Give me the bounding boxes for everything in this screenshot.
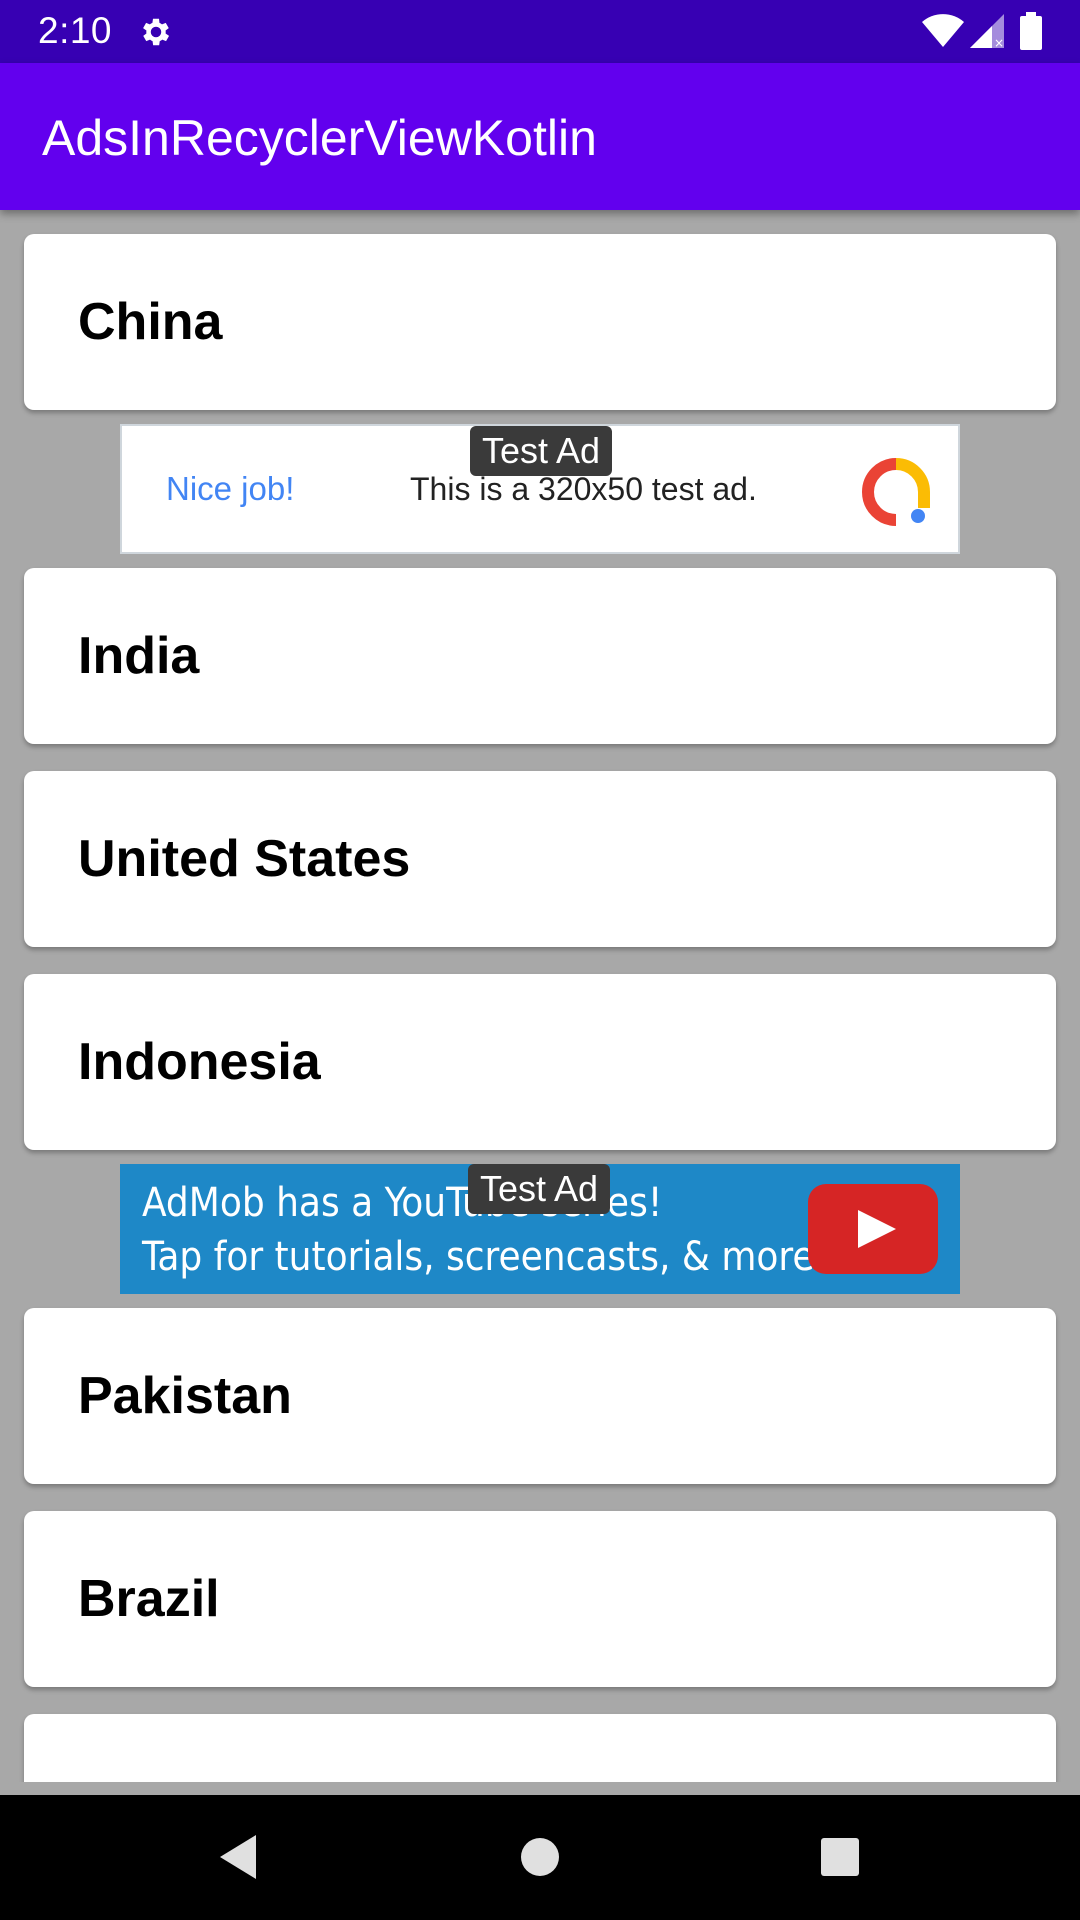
country-list[interactable]: China Nice job! This is a 320x50 test ad…: [0, 210, 1080, 1782]
list-item[interactable]: Indonesia: [24, 974, 1056, 1150]
app-bar: AdsInRecyclerViewKotlin: [0, 63, 1080, 210]
list-item[interactable]: United States: [24, 771, 1056, 947]
youtube-play-icon: [808, 1184, 938, 1274]
test-ad-badge: Test Ad: [470, 426, 612, 476]
battery-icon: [1020, 12, 1042, 50]
ad-line-2: Tap for tutorials, screencasts, & more.: [142, 1234, 826, 1280]
wifi-icon: [922, 14, 964, 47]
app-title: AdsInRecyclerViewKotlin: [42, 110, 597, 166]
back-icon[interactable]: [212, 1829, 268, 1885]
home-icon[interactable]: [512, 1829, 568, 1885]
recents-icon[interactable]: [812, 1829, 868, 1885]
banner-ad[interactable]: Nice job! This is a 320x50 test ad. Test…: [120, 424, 960, 554]
list-item[interactable]: Pakistan: [24, 1308, 1056, 1484]
status-bar: 2:10 ×: [0, 0, 1080, 63]
list-item-label: Indonesia: [78, 1033, 321, 1091]
ad-headline: Nice job!: [166, 470, 295, 507]
list-item[interactable]: Brazil: [24, 1511, 1056, 1687]
svg-text:×: ×: [994, 36, 1004, 48]
admob-logo-icon: [862, 458, 930, 526]
cell-signal-icon: ×: [970, 14, 1004, 48]
list-item[interactable]: India: [24, 568, 1056, 744]
list-item[interactable]: [24, 1714, 1056, 1782]
banner-ad[interactable]: AdMob has a YouTube series! Tap for tuto…: [120, 1164, 960, 1294]
list-item-label: China: [78, 293, 223, 351]
list-item-label: Pakistan: [78, 1367, 292, 1425]
list-item-label: Brazil: [78, 1570, 220, 1628]
list-item[interactable]: China: [24, 234, 1056, 410]
test-ad-badge: Test Ad: [468, 1164, 610, 1214]
status-time: 2:10: [38, 10, 113, 51]
list-item-label: United States: [78, 830, 411, 888]
gear-icon: [143, 18, 170, 46]
navigation-bar: [0, 1795, 1080, 1920]
list-item-label: India: [78, 627, 200, 685]
